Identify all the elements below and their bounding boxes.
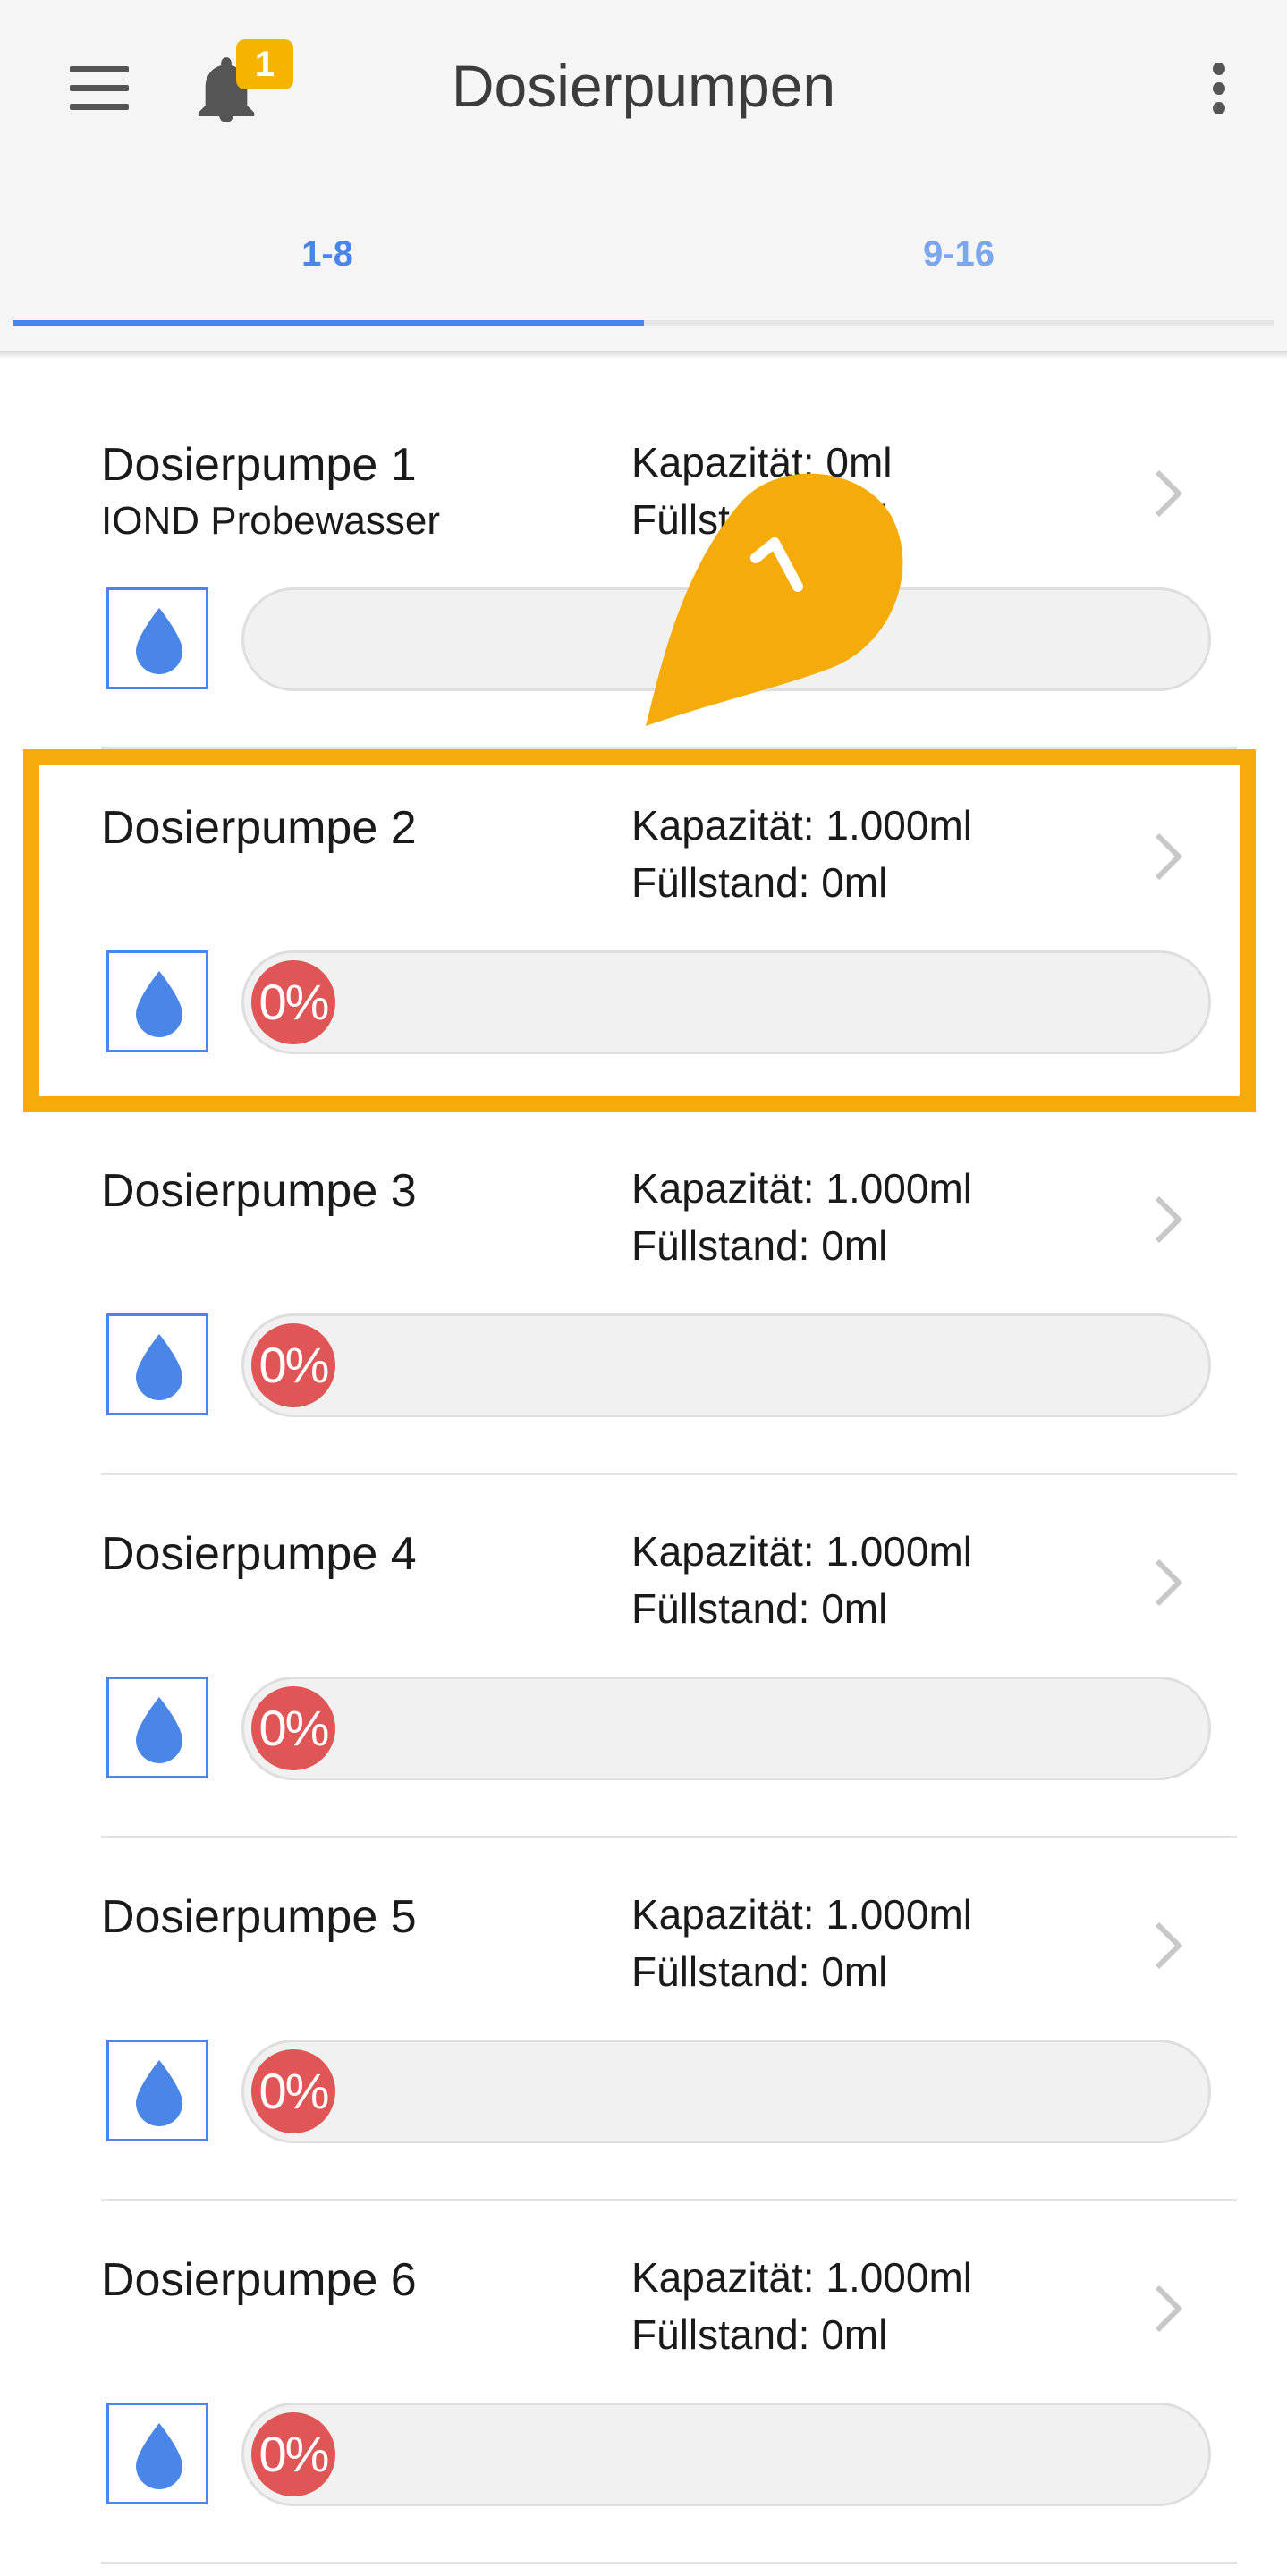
- water-drop-icon: [136, 2060, 182, 2126]
- fill-percent-badge: 0%: [251, 960, 335, 1044]
- water-drop-icon: [136, 1697, 182, 1763]
- dose-button[interactable]: [106, 2403, 208, 2504]
- fill-level-bar: 0%: [241, 2403, 1211, 2506]
- chevron-right-icon[interactable]: [1150, 1919, 1186, 1972]
- app-bar: 1 Dosierpumpen 1-8 9-16: [0, 0, 1287, 353]
- chevron-right-icon[interactable]: [1150, 1193, 1186, 1246]
- pump-name: Dosierpumpe 1: [101, 439, 417, 491]
- dose-button[interactable]: [106, 1677, 208, 1778]
- fill-level-bar: [241, 587, 1211, 691]
- fill-percent-badge: 0%: [251, 1323, 335, 1407]
- page-title: Dosierpumpen: [451, 53, 836, 119]
- more-vert-icon[interactable]: [1206, 63, 1232, 116]
- pump-name: Dosierpumpe 5: [101, 1891, 417, 1943]
- fill-level-bar: 0%: [241, 2040, 1211, 2143]
- pump-card-1[interactable]: Dosierpumpe 1 IOND Probewasser Kapazität…: [0, 384, 1287, 749]
- fill-percent-badge: 0%: [251, 1686, 335, 1770]
- pump-subtitle: IOND Probewasser: [101, 499, 441, 543]
- pump-capacity: Kapazität: 1.000ml: [631, 1528, 973, 1575]
- pump-card-5[interactable]: Dosierpumpe 5 Kapazität: 1.000ml Füllsta…: [0, 1837, 1287, 2201]
- pump-name: Dosierpumpe 3: [101, 1165, 417, 1217]
- divider: [101, 2562, 1237, 2564]
- tab-1-8[interactable]: 1-8: [104, 234, 551, 274]
- pump-card-2[interactable]: Dosierpumpe 2 Kapazität: 1.000ml Füllsta…: [0, 747, 1287, 1112]
- pump-capacity: Kapazität: 1.000ml: [631, 2254, 973, 2301]
- dose-button[interactable]: [106, 587, 208, 689]
- fill-level-bar: 0%: [241, 1313, 1211, 1417]
- water-drop-icon: [136, 971, 182, 1037]
- chevron-right-icon[interactable]: [1150, 830, 1186, 883]
- pump-capacity: Kapazität: 1.000ml: [631, 1165, 973, 1212]
- pump-card-4[interactable]: Dosierpumpe 4 Kapazität: 1.000ml Füllsta…: [0, 1474, 1287, 1838]
- pump-fill-level: Füllstand: 0ml: [631, 1222, 888, 1269]
- pump-name: Dosierpumpe 2: [101, 802, 417, 854]
- dose-button[interactable]: [106, 950, 208, 1052]
- pump-capacity: Kapazität: 0ml: [631, 439, 893, 486]
- chevron-right-icon[interactable]: [1150, 467, 1186, 520]
- dose-button[interactable]: [106, 1313, 208, 1415]
- pump-fill-level: Füllstand: 0ml: [631, 2311, 888, 2358]
- pump-fill-level: Füllstand: 0ml: [631, 859, 888, 906]
- pump-card-6[interactable]: Dosierpumpe 6 Kapazität: 1.000ml Füllsta…: [0, 2200, 1287, 2564]
- pump-capacity: Kapazität: 1.000ml: [631, 1891, 973, 1938]
- fill-level-bar: 0%: [241, 950, 1211, 1054]
- chevron-right-icon[interactable]: [1150, 2282, 1186, 2335]
- tab-9-16[interactable]: 9-16: [735, 234, 1182, 274]
- pump-fill-level: Füllstand: 0ml: [631, 1948, 888, 1995]
- water-drop-icon: [136, 1334, 182, 1400]
- fill-percent-badge: 0%: [251, 2049, 335, 2133]
- chevron-right-icon[interactable]: [1150, 1556, 1186, 1609]
- pump-name: Dosierpumpe 4: [101, 1528, 417, 1580]
- tab-indicator: [13, 320, 644, 326]
- water-drop-icon: [136, 608, 182, 674]
- pump-fill-level: Füllstand: 0ml: [631, 1585, 888, 1632]
- app-bar-shadow: [0, 351, 1287, 359]
- fill-percent-badge: 0%: [251, 2412, 335, 2496]
- dose-button[interactable]: [106, 2040, 208, 2141]
- water-drop-icon: [136, 2423, 182, 2489]
- fill-level-bar: 0%: [241, 1677, 1211, 1780]
- pump-name: Dosierpumpe 6: [101, 2254, 417, 2306]
- pump-card-3[interactable]: Dosierpumpe 3 Kapazität: 1.000ml Füllsta…: [0, 1111, 1287, 1475]
- pump-fill-level: Füllstand: 0ml: [631, 496, 888, 543]
- pump-capacity: Kapazität: 1.000ml: [631, 802, 973, 849]
